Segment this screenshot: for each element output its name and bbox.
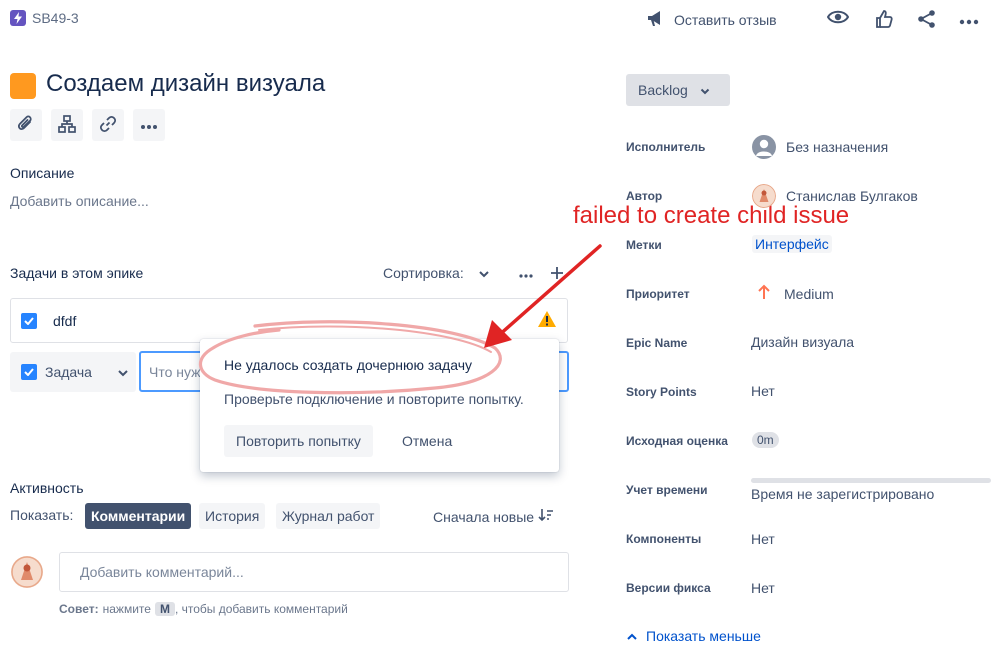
- share-button[interactable]: [913, 6, 941, 34]
- checkbox-icon: [21, 364, 37, 380]
- epic-tasks-heading: Задачи в этом эпике: [10, 265, 144, 281]
- comment-placeholder: Добавить комментарий...: [80, 564, 244, 580]
- feedback-label: Оставить отзыв: [674, 12, 777, 28]
- sort-label: Сортировка:: [383, 265, 464, 281]
- field-value-fix-versions[interactable]: Нет: [751, 580, 775, 596]
- activity-sort-label: Сначала новые: [433, 508, 535, 525]
- issue-key[interactable]: SB49-3: [32, 10, 79, 26]
- field-label-components: Компоненты: [626, 532, 702, 546]
- thumbs-up-icon: [875, 9, 893, 31]
- more-actions-button[interactable]: [955, 6, 983, 34]
- link-issue-button[interactable]: [92, 109, 124, 141]
- issue-breadcrumb[interactable]: SB49-3: [10, 10, 79, 26]
- add-child-button[interactable]: [51, 109, 83, 141]
- activity-show-label: Показать:: [10, 507, 74, 523]
- tip-key: M: [154, 602, 175, 616]
- hierarchy-icon: [58, 114, 76, 136]
- sort-icon: [538, 508, 554, 525]
- comment-input[interactable]: Добавить комментарий...: [59, 552, 569, 592]
- field-label-epic-name: Epic Name: [626, 336, 688, 350]
- annotation-circle: [198, 320, 502, 395]
- field-assignee[interactable]: Без назначения: [752, 135, 888, 159]
- vote-button[interactable]: [870, 6, 898, 34]
- field-value-original-estimate[interactable]: 0m: [752, 432, 779, 448]
- field-label-reporter: Автор: [626, 189, 663, 203]
- arrow-up-icon: [758, 284, 770, 303]
- field-priority[interactable]: Medium: [758, 284, 834, 303]
- field-value-reporter: Станислав Булгаков: [786, 188, 918, 204]
- chevron-down-icon: [700, 82, 710, 98]
- description-heading: Описание: [10, 165, 75, 181]
- field-value-time-tracking: Время не зарегистрировано: [751, 486, 935, 502]
- more-icon: [959, 12, 979, 28]
- issue-type-label: Задача: [45, 364, 92, 380]
- field-label-original-estimate: Исходная оценка: [626, 434, 728, 448]
- megaphone-icon: [646, 10, 666, 31]
- field-label-fix-versions: Версии фикса: [626, 581, 711, 595]
- lightning-icon: [10, 10, 26, 26]
- share-icon: [917, 9, 937, 32]
- tip-prefix: Совет:: [59, 602, 99, 616]
- feedback-button[interactable]: Оставить отзыв: [646, 8, 777, 32]
- more-toolbar-button[interactable]: [133, 109, 165, 141]
- child-summary-placeholder: Что нуж: [149, 363, 201, 380]
- eye-icon: [826, 9, 850, 28]
- field-value-epic-name[interactable]: Дизайн визуала: [751, 334, 854, 350]
- link-icon: [99, 115, 117, 136]
- field-label-priority: Приоритет: [626, 287, 690, 301]
- comment-tip: Совет: нажмите M , чтобы добавить коммен…: [59, 602, 348, 616]
- status-dropdown[interactable]: Backlog: [626, 74, 730, 106]
- show-less-label: Показать меньше: [646, 628, 761, 644]
- child-issue-summary: dfdf: [53, 313, 77, 329]
- tab-history[interactable]: История: [199, 503, 266, 529]
- field-label-story-points: Story Points: [626, 385, 697, 399]
- field-value-components[interactable]: Нет: [751, 531, 775, 547]
- activity-heading: Активность: [10, 480, 84, 496]
- time-tracking-bar[interactable]: [751, 478, 991, 483]
- sort-dropdown[interactable]: Сортировка:: [383, 265, 490, 281]
- description-placeholder[interactable]: Добавить описание...: [10, 193, 149, 209]
- watch-button[interactable]: [824, 4, 852, 32]
- issue-type-selector[interactable]: Задача: [10, 352, 136, 392]
- issue-title[interactable]: Создаем дизайн визуала: [46, 70, 325, 98]
- checkbox-icon: [21, 313, 37, 329]
- show-less-button[interactable]: Показать меньше: [626, 628, 761, 644]
- chevron-down-icon: [117, 364, 129, 380]
- field-label-assignee: Исполнитель: [626, 140, 706, 154]
- more-icon: [140, 117, 158, 133]
- field-value-assignee: Без назначения: [786, 139, 889, 155]
- label-tag[interactable]: Интерфейс: [752, 235, 832, 253]
- tip-suffix: , чтобы добавить комментарий: [174, 602, 348, 616]
- tip-middle: нажмите: [102, 602, 151, 616]
- field-label-time-tracking: Учет времени: [626, 483, 708, 497]
- chevron-up-icon: [626, 628, 638, 644]
- tab-worklog[interactable]: Журнал работ: [276, 503, 381, 529]
- field-value-story-points[interactable]: Нет: [751, 383, 775, 399]
- attach-button[interactable]: [10, 109, 42, 141]
- avatar: [752, 184, 776, 208]
- epic-icon: [10, 73, 36, 99]
- user-icon: [752, 135, 776, 159]
- field-label-labels: Метки: [626, 238, 662, 252]
- activity-sort-button[interactable]: Сначала новые: [433, 508, 554, 525]
- avatar: [11, 556, 43, 588]
- field-value-priority: Medium: [784, 285, 834, 302]
- status-label: Backlog: [638, 82, 688, 98]
- attachment-icon: [17, 115, 34, 136]
- annotation-arrow: [484, 244, 602, 348]
- retry-button[interactable]: Повторить попытку: [224, 425, 373, 457]
- tab-comments[interactable]: Комментарии: [85, 503, 192, 529]
- field-reporter[interactable]: Станислав Булгаков: [752, 184, 918, 208]
- cancel-button[interactable]: Отмена: [390, 425, 464, 457]
